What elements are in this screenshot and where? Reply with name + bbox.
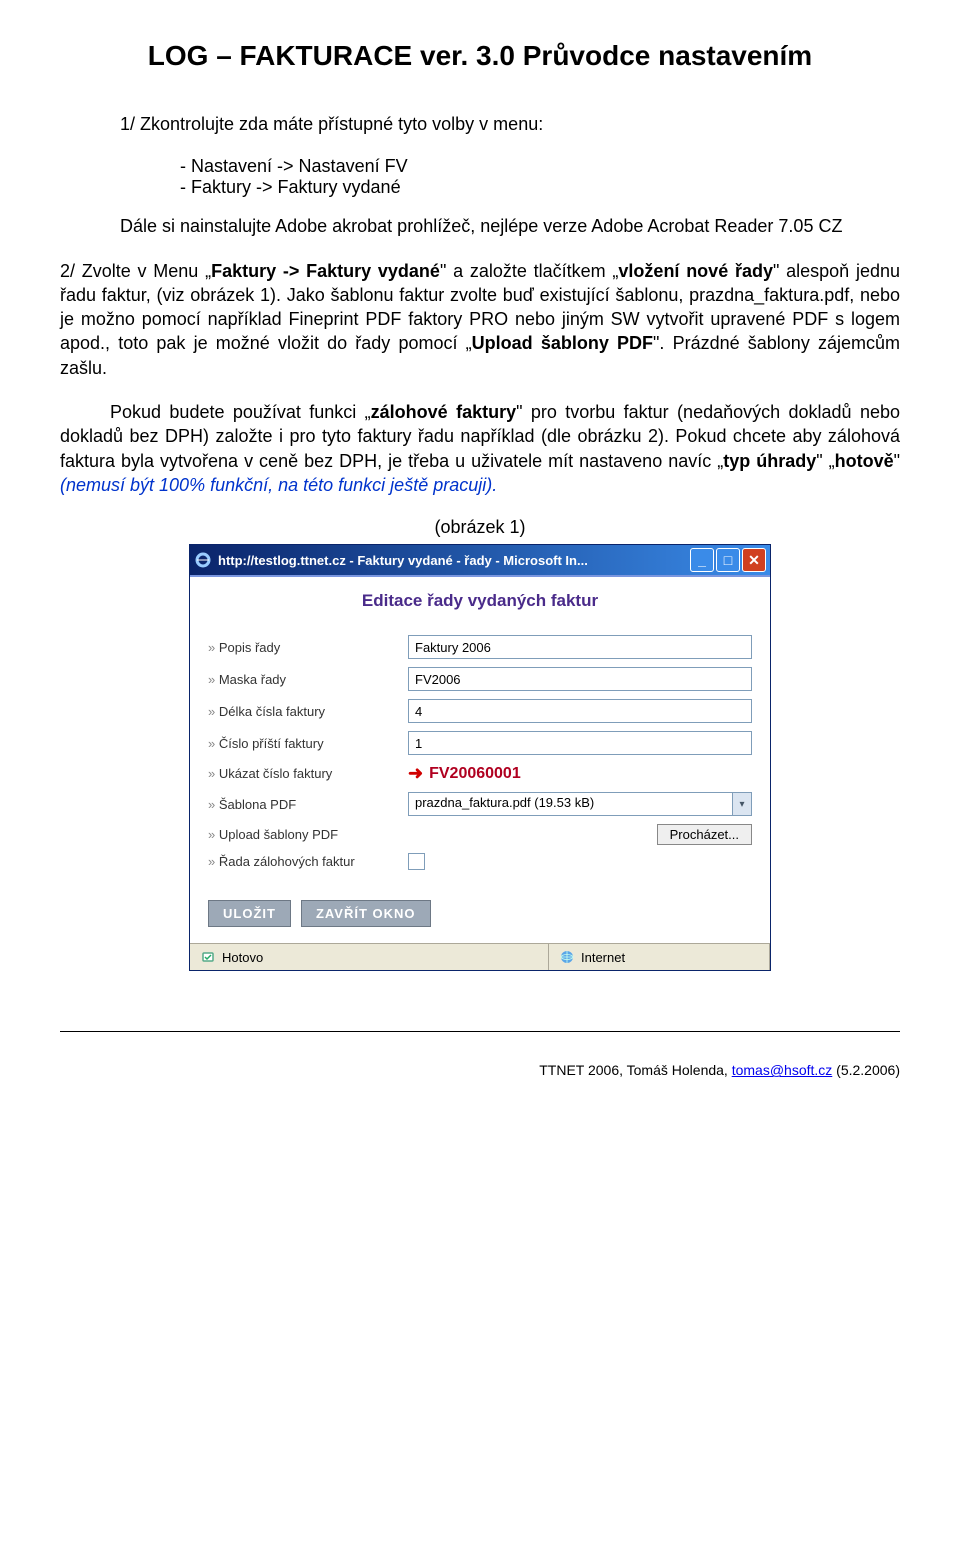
checkbox-rada-zaloh[interactable] [408, 853, 425, 870]
arrow-right-icon: ➜ [408, 763, 423, 784]
status-bar: Hotovo Internet [190, 943, 770, 970]
ie-icon [194, 551, 212, 569]
generated-number: ➜ FV20060001 [408, 763, 521, 784]
globe-icon [559, 949, 575, 965]
maximize-button[interactable]: □ [716, 548, 740, 572]
label-maska: Maska řady [208, 672, 408, 687]
chevron-down-icon: ▾ [732, 793, 751, 815]
bullet-2: Faktury -> Faktury vydané [180, 177, 900, 198]
browse-button[interactable]: Procházet... [657, 824, 752, 845]
bullet-1: Nastavení -> Nastavení FV [180, 156, 900, 177]
figure-1-label: (obrázek 1) [60, 517, 900, 538]
save-button[interactable]: ULOŽIT [208, 900, 291, 927]
input-cislo[interactable] [408, 731, 752, 755]
label-popis: Popis řady [208, 640, 408, 655]
window-title: http://testlog.ttnet.cz - Faktury vydané… [218, 553, 690, 568]
label-upload: Upload šablony PDF [208, 827, 408, 842]
minimize-button[interactable]: _ [690, 548, 714, 572]
input-popis[interactable] [408, 635, 752, 659]
section2-para1: 2/ Zvolte v Menu „Faktury -> Faktury vyd… [60, 259, 900, 380]
section2-para2: Pokud budete používat funkci „zálohové f… [60, 400, 900, 497]
label-sablona: Šablona PDF [208, 797, 408, 812]
footer-email-link[interactable]: tomas@hsoft.cz [732, 1062, 833, 1078]
label-rada-zaloh: Řada zálohových faktur [208, 854, 408, 869]
done-icon [200, 949, 216, 965]
form-heading: Editace řady vydaných faktur [190, 577, 770, 631]
label-delka: Délka čísla faktury [208, 704, 408, 719]
label-ukazat: Ukázat číslo faktury [208, 766, 408, 781]
input-maska[interactable] [408, 667, 752, 691]
label-cislo: Číslo příští faktury [208, 736, 408, 751]
section1-para2: Dále si nainstalujte Adobe akrobat prohl… [120, 214, 900, 238]
section1-lead: 1/ Zkontrolujte zda máte přístupné tyto … [120, 112, 900, 136]
status-text-done: Hotovo [222, 950, 263, 965]
status-text-zone: Internet [581, 950, 625, 965]
select-sablona[interactable]: prazdna_faktura.pdf (19.53 kB) ▾ [408, 792, 752, 816]
input-delka[interactable] [408, 699, 752, 723]
page-title: LOG – FAKTURACE ver. 3.0 Průvodce nastav… [60, 40, 900, 72]
window-titlebar[interactable]: http://testlog.ttnet.cz - Faktury vydané… [190, 545, 770, 575]
close-button[interactable]: ✕ [742, 548, 766, 572]
close-window-button[interactable]: ZAVŘÍT OKNO [301, 900, 431, 927]
ie-window: http://testlog.ttnet.cz - Faktury vydané… [189, 544, 771, 971]
page-footer: TTNET 2006, Tomáš Holenda, tomas@hsoft.c… [60, 1062, 900, 1078]
